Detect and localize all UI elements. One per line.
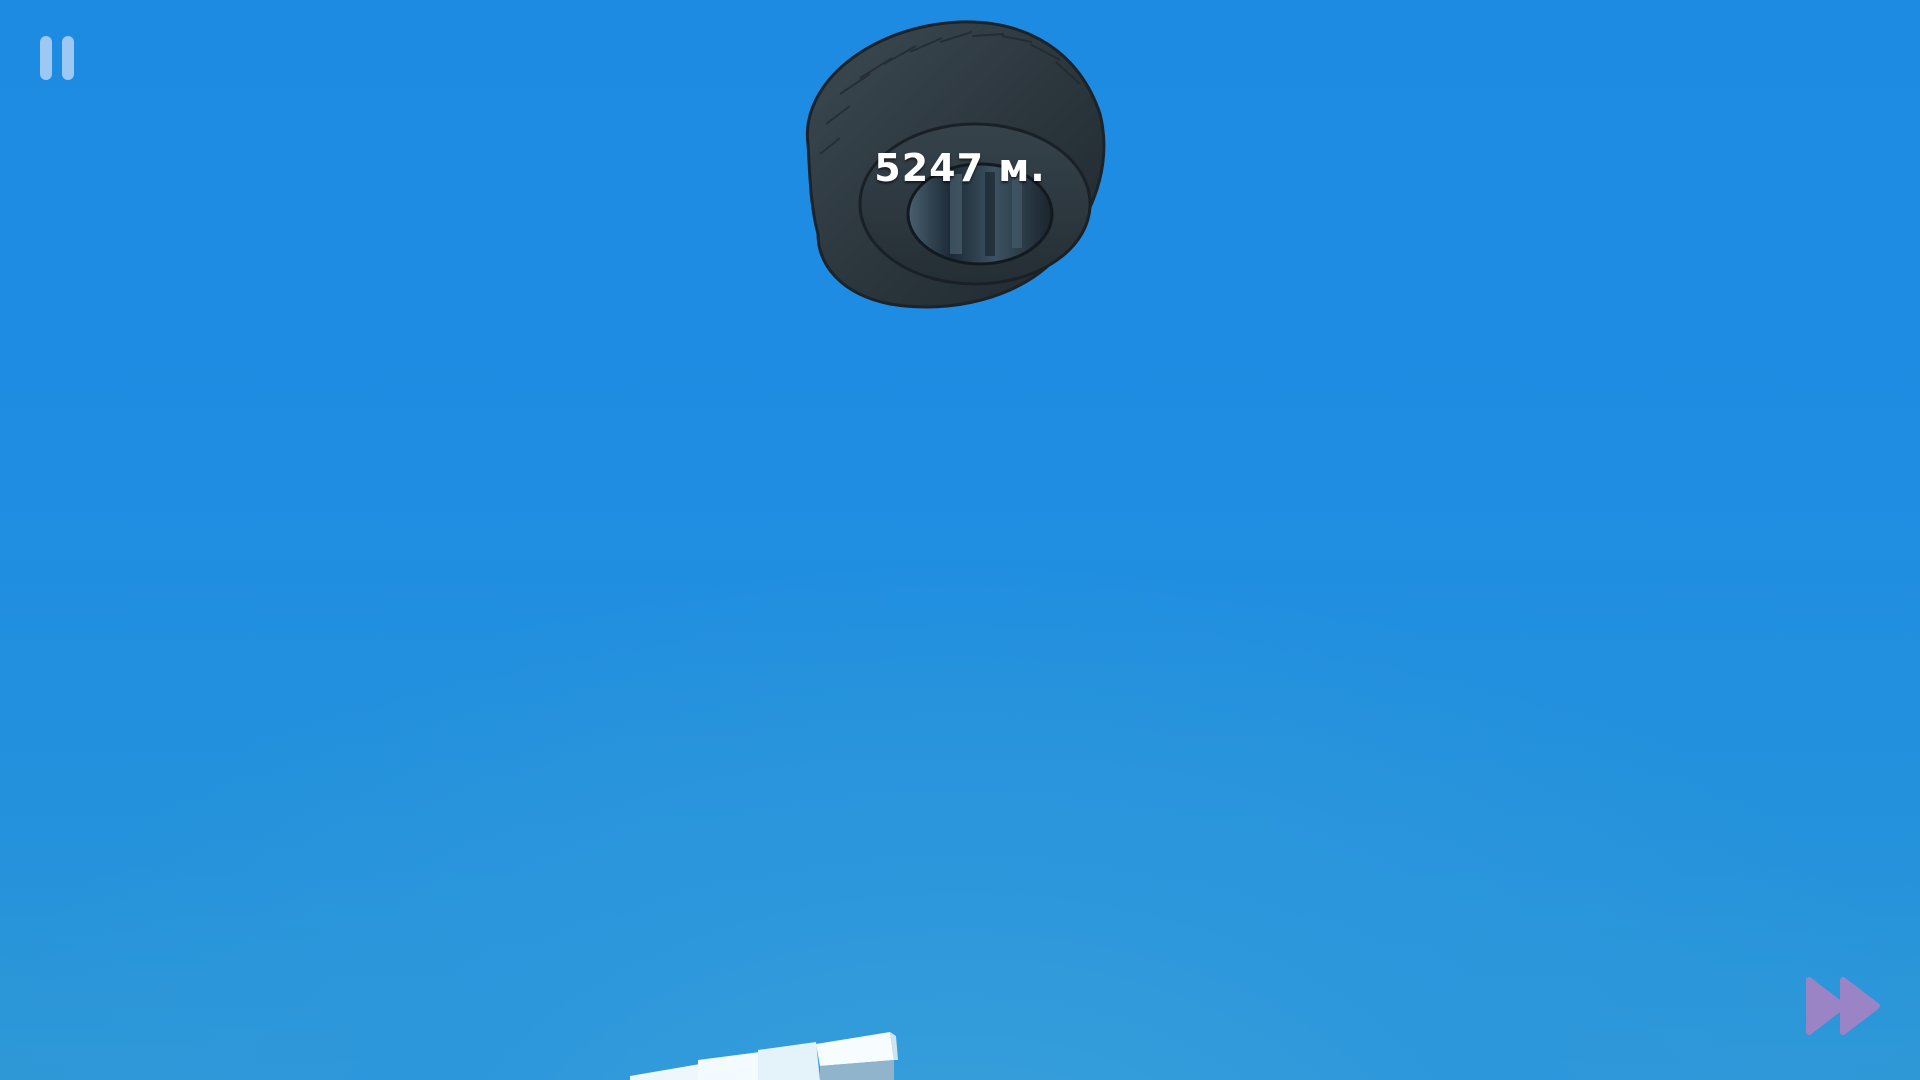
fast-forward-button[interactable] <box>1805 974 1885 1038</box>
distance-counter: 5247 м. <box>874 146 1046 190</box>
fast-forward-icon <box>1806 977 1880 1035</box>
ground-blocks <box>620 1020 920 1080</box>
pause-button[interactable] <box>36 32 80 82</box>
game-scene[interactable]: 5247 м. <box>0 0 1920 1080</box>
pause-bar-left <box>40 36 52 80</box>
pause-bar-right <box>62 36 74 80</box>
